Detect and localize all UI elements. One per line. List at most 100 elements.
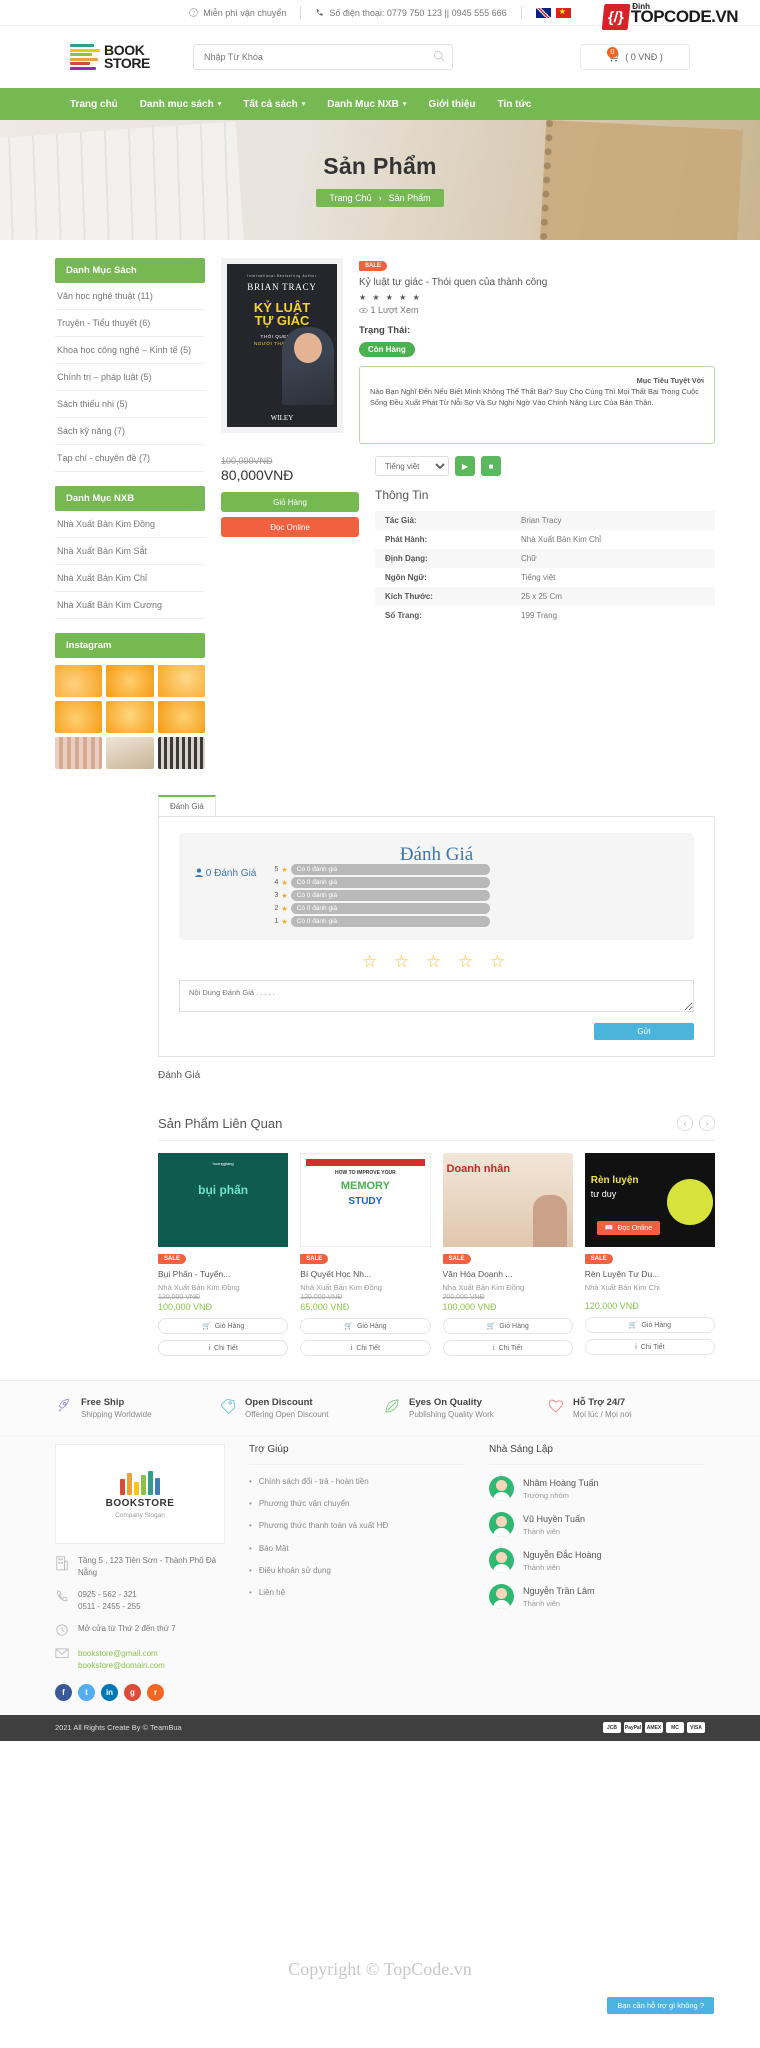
carousel-prev-icon[interactable]: ‹	[677, 1115, 693, 1131]
instagram-thumb[interactable]	[157, 701, 205, 733]
sidebar-item-book-6[interactable]: Tạp chí - chuyên đề (7)	[55, 445, 205, 472]
sidebar-item-book-5[interactable]: Sách kỹ năng (7)	[55, 418, 205, 445]
related-card[interactable]: huonggiang bụi phấn SALE Bụi Phấn - Tuyể…	[158, 1153, 289, 1356]
rating-input-stars[interactable]: ☆ ☆ ☆ ☆ ☆	[179, 952, 694, 972]
related-detail-button[interactable]: i Chi Tiết	[300, 1340, 431, 1356]
instagram-thumb[interactable]	[157, 665, 205, 697]
footer-help-item-1[interactable]: Phương thức vận chuyển	[249, 1498, 465, 1509]
language-select[interactable]: Tiếng việt	[375, 456, 449, 476]
footer-help-item-3[interactable]: Bảo Mật	[249, 1543, 465, 1554]
flag-uk-icon[interactable]	[535, 7, 551, 18]
search-input[interactable]	[193, 44, 453, 70]
feature-sub: Shipping Worldwide	[81, 1410, 152, 1419]
related-card[interactable]: Rèn luyện tư duy 📖 Đọc Online SALE Rèn L…	[584, 1153, 715, 1356]
google-plus-icon[interactable]: g	[124, 1683, 141, 1701]
play-icon[interactable]: ▶	[455, 456, 475, 476]
footer-help-item-2[interactable]: Phương thức thanh toán và xuất HĐ	[249, 1520, 465, 1531]
reviews-tabbar: Đánh Giá	[158, 795, 715, 816]
carousel-next-icon[interactable]: ›	[699, 1115, 715, 1131]
instagram-thumb[interactable]	[106, 737, 154, 769]
avatar	[489, 1548, 514, 1573]
cart-icon: 🛒	[201, 1323, 211, 1330]
related-detail-button[interactable]: i Chi Tiết	[158, 1340, 289, 1356]
rss-icon[interactable]: r	[147, 1683, 164, 1701]
watermark-center: Copyright © TopCode.vn	[288, 1959, 472, 1979]
related-detail-label: Chi Tiết	[640, 1343, 665, 1351]
rating-bar-row: 1 ★ Có 0 đánh giá	[270, 916, 491, 927]
jcb-icon: JCB	[603, 1722, 621, 1734]
related-card[interactable]: HOW TO IMPROVE YOUR MEMORY STUDY SALE Bí…	[300, 1153, 431, 1356]
footer-help-item-0[interactable]: Chính sách đổi - trả - hoàn tiền	[249, 1476, 465, 1487]
nav-item-danh-muc-nxb[interactable]: Danh Mục NXB ▾	[327, 99, 406, 110]
sidebar-item-nxb-3[interactable]: Nhà Xuất Bản Kim Cương	[55, 592, 205, 619]
page-title: Sản Phẩm	[323, 153, 437, 179]
read-online-button[interactable]: Đọc Online	[221, 517, 359, 537]
submit-review-button[interactable]: Gửi	[594, 1023, 694, 1040]
search-box[interactable]	[193, 44, 453, 70]
topcode-mark-icon: {/}	[601, 4, 631, 30]
cart-button[interactable]: 0 ( 0 VNĐ )	[580, 44, 690, 70]
search-icon[interactable]	[433, 50, 445, 62]
nav-item-trang-chu[interactable]: Trang chủ	[70, 99, 118, 110]
related-detail-button[interactable]: i Chi Tiết	[584, 1339, 715, 1355]
related-card[interactable]: Doanh nhân SALE Văn Hóa Doanh ... Nhà Xu…	[442, 1153, 573, 1356]
nav-item-gioi-thieu[interactable]: Giới thiệu	[428, 99, 475, 110]
language-switcher[interactable]	[522, 6, 585, 18]
instagram-thumb[interactable]	[106, 665, 154, 697]
linkedin-icon[interactable]: in	[101, 1683, 118, 1701]
related-new-price: 100,000 VNĐ	[442, 1302, 497, 1312]
sidebar-item-book-4[interactable]: Sách thiếu nhi (5)	[55, 391, 205, 418]
instagram-thumb[interactable]	[157, 737, 205, 769]
site-logo[interactable]: BOOK STORE	[70, 43, 175, 70]
tab-danh-gia[interactable]: Đánh Giá	[158, 795, 216, 816]
facebook-icon[interactable]: f	[55, 1683, 72, 1701]
related-thumbnail[interactable]: HOW TO IMPROVE YOUR MEMORY STUDY	[300, 1153, 431, 1247]
status-label: Trạng Thái:	[359, 325, 411, 336]
sidebar-item-book-3[interactable]: Chính trị – pháp luật (5)	[55, 364, 205, 391]
review-textarea[interactable]	[179, 980, 694, 1012]
footer-email-2[interactable]: bookstore@domain.com	[78, 1660, 165, 1672]
related-cart-button[interactable]: 🛒 Giỏ Hàng	[442, 1318, 573, 1334]
sidebar-item-nxb-1[interactable]: Nhà Xuất Bản Kim Sắt	[55, 538, 205, 565]
footer-socials: f t in g r	[55, 1683, 225, 1701]
nav-label: Danh Mục NXB	[327, 98, 399, 110]
sidebar-item-book-2[interactable]: Khoa học công nghệ – Kinh tế (5)	[55, 337, 205, 364]
sidebar-item-nxb-0[interactable]: Nhà Xuất Bản Kim Đồng	[55, 511, 205, 538]
main-nav: Trang chủ Danh mục sách ▾ Tất cả sách ▾ Da…	[0, 88, 760, 120]
star-icon: ★	[281, 866, 288, 874]
product-image[interactable]: International Bestselling Author BRIAN T…	[221, 258, 343, 433]
footer-help-item-4[interactable]: Điều khoản sử dụng	[249, 1565, 465, 1576]
feature-free-ship: Free Ship Shipping Worldwide	[55, 1397, 213, 1419]
chat-support-button[interactable]: Bạn cần hỗ trợ gì không ?	[607, 1997, 714, 2014]
instagram-thumb[interactable]	[106, 701, 154, 733]
related-read-online-overlay[interactable]: 📖 Đọc Online	[596, 1221, 661, 1235]
instagram-thumb[interactable]	[55, 737, 103, 769]
add-to-cart-button[interactable]: Giỏ Hàng	[221, 492, 359, 512]
feature-title: Free Ship	[81, 1397, 125, 1408]
instagram-thumb[interactable]	[55, 665, 103, 697]
related-cart-button[interactable]: 🛒 Giỏ Hàng	[584, 1317, 715, 1333]
stop-icon[interactable]: ■	[481, 456, 501, 476]
twitter-icon[interactable]: t	[78, 1683, 95, 1701]
nav-item-tin-tuc[interactable]: Tin tức	[498, 99, 532, 110]
breadcrumb-home[interactable]: Trang Chủ	[329, 193, 371, 203]
star-icon: ★	[281, 905, 288, 913]
related-thumbnail[interactable]: huonggiang bụi phấn	[158, 1153, 289, 1247]
flag-vn-icon[interactable]	[555, 6, 571, 18]
related-thumbnail[interactable]: Doanh nhân	[442, 1153, 573, 1247]
logo-bars-icon	[70, 44, 100, 70]
sidebar-item-book-0[interactable]: Văn học nghệ thuật (11)	[55, 283, 205, 310]
nav-item-tat-ca-sach[interactable]: Tất cả sách ▾	[243, 99, 305, 110]
related-cart-button[interactable]: 🛒 Giỏ Hàng	[300, 1318, 431, 1334]
related-cart-button[interactable]: 🛒 Giỏ Hàng	[158, 1318, 289, 1334]
footer-email-1[interactable]: bookstore@gmail.com	[78, 1648, 165, 1660]
sidebar-item-book-1[interactable]: Truyện - Tiểu thuyết (6)	[55, 310, 205, 337]
related-detail-button[interactable]: i Chi Tiết	[442, 1340, 573, 1356]
feature-title: Eyes On Quality	[409, 1397, 482, 1408]
nav-item-danh-muc-sach[interactable]: Danh mục sách ▾	[140, 99, 221, 110]
instagram-thumb[interactable]	[55, 701, 103, 733]
sidebar-item-nxb-2[interactable]: Nhà Xuất Bản Kim Chỉ	[55, 565, 205, 592]
product-title: Kỷ luật tự giác - Thói quen của thành cô…	[359, 277, 548, 288]
rating-bar-text: Có 0 đánh giá	[290, 916, 491, 927]
footer-help-item-5[interactable]: Liên hệ	[249, 1587, 465, 1598]
